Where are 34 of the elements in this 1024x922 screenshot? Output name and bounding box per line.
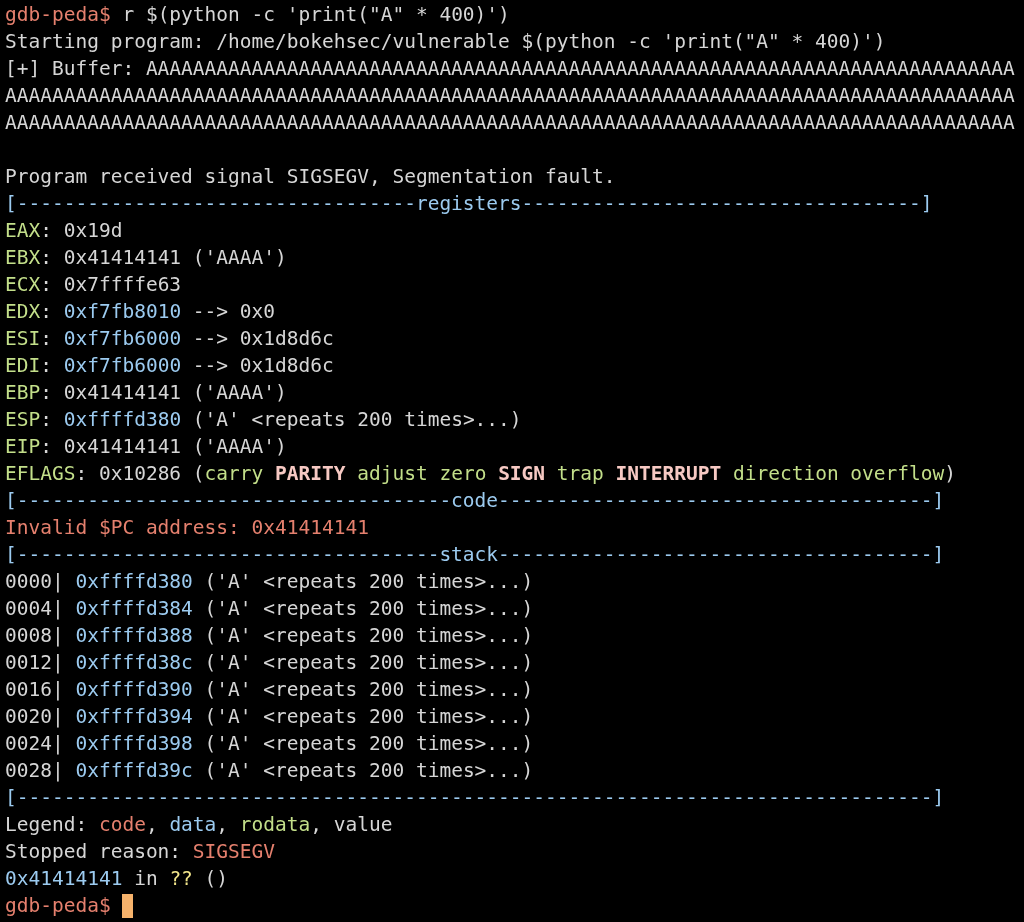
- terminal-line: 0000| 0xffffd380 ('A' <repeats 200 times>...): [5, 569, 534, 595]
- terminal-line: 0024| 0xffffd398 ('A' <repeats 200 times>...): [5, 731, 534, 757]
- terminal-line: ECX: 0x7ffffe63: [5, 272, 182, 298]
- terminal-line: gdb-peda$ r $(python -c 'print("A" * 400)'): [5, 2, 510, 28]
- terminal-line: EBX: 0x41414141 ('AAAA'): [5, 245, 287, 271]
- terminal-line: EBP: 0x41414141 ('AAAA'): [5, 380, 287, 406]
- terminal-line: 0020| 0xffffd394 ('A' <repeats 200 times>...): [5, 704, 534, 730]
- prompt-line: gdb-peda$: [5, 893, 111, 919]
- terminal-line: EFLAGS: 0x10286 (carry PARITY adjust zero SIGN trap INTERRUPT direction overflow): [5, 461, 957, 487]
- terminal-line: 0028| 0xffffd39c ('A' <repeats 200 times>...): [5, 758, 534, 784]
- terminal-line: [------------------------------------------------------------------------------]: [5, 785, 945, 811]
- terminal-line: Invalid $PC address: 0x41414141: [5, 515, 369, 541]
- terminal-line: 0004| 0xffffd384 ('A' <repeats 200 times>...): [5, 596, 534, 622]
- terminal-line: EIP: 0x41414141 ('AAAA'): [5, 434, 287, 460]
- terminal-line: [----------------------------------registers----------------------------------]: [5, 191, 933, 217]
- terminal-line: Stopped reason: SIGSEGV: [5, 839, 276, 865]
- terminal-line: EDI: 0xf7fb6000 --> 0x1d8d6c: [5, 353, 334, 379]
- terminal-line: Legend: code, data, rodata, value: [5, 812, 393, 838]
- terminal-line: ESP: 0xffffd380 ('A' <repeats 200 times>...): [5, 407, 522, 433]
- terminal-line: EDX: 0xf7fb8010 --> 0x0: [5, 299, 276, 325]
- terminal-line: [------------------------------------stack-------------------------------------]: [5, 542, 945, 568]
- terminal-line: Program received signal SIGSEGV, Segmentation fault.: [5, 164, 616, 190]
- terminal-line: [-------------------------------------code-------------------------------------]: [5, 488, 945, 514]
- terminal-line: ESI: 0xf7fb6000 --> 0x1d8d6c: [5, 326, 334, 352]
- terminal-line: [+] Buffer: AAAAAAAAAAAAAAAAAAAAAAAAAAAAAAAAAAAAAAAAAAAAAAAAAAAAAAAAAAAAAAAAAAAAAAAAAA: [5, 56, 1015, 82]
- terminal-line: AAAAAAAAAAAAAAAAAAAAAAAAAAAAAAAAAAAAAAAAAAAAAAAAAAAAAAAAAAAAAAAAAAAAAAAAAAAAAAAAAAAAAA: [5, 110, 1015, 136]
- terminal-line: 0x41414141 in ?? (): [5, 866, 229, 892]
- text-cursor: [122, 893, 134, 918]
- terminal-line: EAX: 0x19d: [5, 218, 123, 244]
- terminal-line: 0012| 0xffffd38c ('A' <repeats 200 times>...): [5, 650, 534, 676]
- terminal-line: 0008| 0xffffd388 ('A' <repeats 200 times>...): [5, 623, 534, 649]
- terminal-line: AAAAAAAAAAAAAAAAAAAAAAAAAAAAAAAAAAAAAAAAAAAAAAAAAAAAAAAAAAAAAAAAAAAAAAAAAAAAAAAAAAAAAA: [5, 83, 1015, 109]
- terminal-line: 0016| 0xffffd390 ('A' <repeats 200 times>...): [5, 677, 534, 703]
- terminal-line: Starting program: /home/bokehsec/vulnerable $(python -c 'print("A" * 400)'): [5, 29, 886, 55]
